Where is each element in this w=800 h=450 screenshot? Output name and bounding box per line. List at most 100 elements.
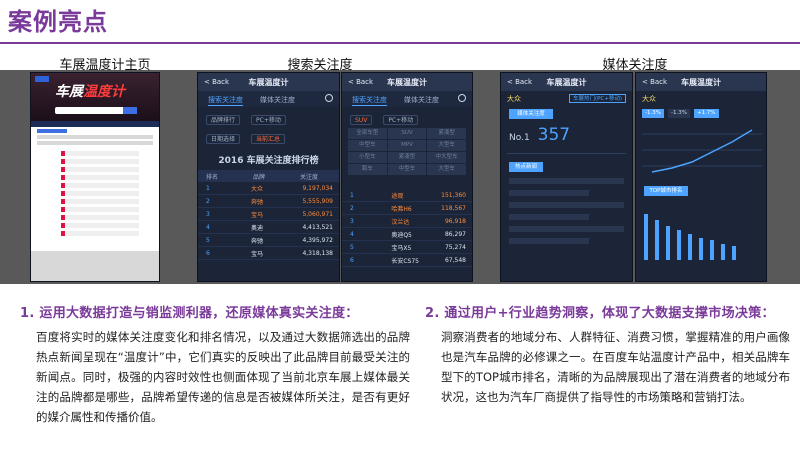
filter-select[interactable]: 品牌排行 xyxy=(206,115,241,125)
list-item xyxy=(61,231,139,236)
divider xyxy=(507,153,626,154)
highlight-1-body: 百度将实时的媒体关注度变化和排名情况，以及通过大数据筛选出的品牌热点新闻呈现在“… xyxy=(36,330,410,424)
screenshot-home: 车展温度计 xyxy=(30,72,160,282)
highlight-1: 1. 运用大数据打造与销监测利器，还原媒体真实关注度： 百度将实时的媒体关注度变… xyxy=(20,302,410,427)
screenshot-media-trends: < Back 车展温度计 大众 -1.3% -1.3% +1.7% TOP城市排… xyxy=(635,72,767,282)
news-item[interactable] xyxy=(509,190,589,196)
change-badge: -1.3% xyxy=(642,109,664,118)
list-item xyxy=(61,191,139,196)
model-option[interactable]: 紧凑型 xyxy=(387,152,427,163)
table-row[interactable]: 5 宝马X5 75,274 xyxy=(342,241,472,254)
tab-bar: 搜索关注度 媒体关注度 xyxy=(342,91,472,107)
home-nav-strip xyxy=(31,121,159,127)
app-title: 车展温度计 xyxy=(387,78,427,87)
change-badge: -1.3% xyxy=(667,109,690,118)
home-row xyxy=(37,135,153,139)
model-grid: 全部车型 SUV 紧凑型 中型车 MPV 大型车 小型车 紧凑型 中大型车 跑车… xyxy=(348,128,466,175)
app-header: < Back 车展温度计 xyxy=(342,73,472,91)
brand-name: 大众 xyxy=(642,95,656,103)
baidu-logo xyxy=(35,76,49,82)
list-item xyxy=(61,199,139,204)
tab-media-attention[interactable]: 媒体关注度 xyxy=(260,95,295,105)
model-option[interactable]: 大型车 xyxy=(427,164,466,175)
home-search-button[interactable] xyxy=(123,107,137,114)
platform-select[interactable]: PC+移动 xyxy=(251,115,286,125)
search-icon[interactable] xyxy=(458,94,466,102)
app-title: 车展温度计 xyxy=(681,78,721,87)
tab-search-attention[interactable]: 搜索关注度 xyxy=(208,95,243,106)
city-bar xyxy=(699,238,703,260)
news-item[interactable] xyxy=(509,214,589,220)
hero-title: 车展温度计 xyxy=(55,84,125,100)
tab-media-attention[interactable]: 媒体关注度 xyxy=(509,109,553,119)
list-item xyxy=(61,207,139,212)
home-row xyxy=(37,141,153,145)
table-row[interactable]: 4 奥迪 4,413,521 xyxy=(198,221,339,234)
table-row[interactable]: 2 奔驰 5,555,909 xyxy=(198,195,339,208)
list-item xyxy=(61,151,139,156)
title-divider xyxy=(0,42,800,44)
top-city-button[interactable]: TOP城市排名 xyxy=(644,186,688,196)
model-option[interactable]: MPV xyxy=(387,140,427,151)
model-option[interactable]: 大型车 xyxy=(427,140,466,151)
city-bar xyxy=(710,240,714,260)
home-row xyxy=(37,129,67,133)
ranking-title: 2016 车展关注度排行榜 xyxy=(218,156,319,166)
tab-search-attention[interactable]: 搜索关注度 xyxy=(352,95,387,106)
news-item[interactable] xyxy=(509,178,624,184)
change-badges: -1.3% -1.3% +1.7% xyxy=(642,109,760,118)
search-icon[interactable] xyxy=(325,94,333,102)
city-bar-chart xyxy=(644,200,758,260)
home-hero: 车展温度计 xyxy=(31,73,159,121)
city-bar xyxy=(688,234,692,260)
model-option[interactable]: SUV xyxy=(387,128,427,139)
model-option[interactable]: 小型车 xyxy=(348,152,387,163)
news-item[interactable] xyxy=(509,238,589,244)
date-select[interactable]: 当前汇总 xyxy=(251,134,286,144)
platform-pill[interactable]: 车展热门(PC+移动) xyxy=(568,94,626,103)
app-title: 车展温度计 xyxy=(248,78,289,87)
city-bar xyxy=(677,230,681,260)
app-title: 车展温度计 xyxy=(546,78,587,87)
news-item[interactable] xyxy=(509,202,624,208)
table-row[interactable]: 2 哈弗H6 118,567 xyxy=(342,202,472,215)
date-label: 日期选择 xyxy=(206,134,241,144)
model-option[interactable]: 紧凑型 xyxy=(427,128,466,139)
screenshot-search-ranking: < Back 车展温度计 搜索关注度 媒体关注度 品牌排行 PC+移动 日期选择当… xyxy=(197,72,340,282)
table-row[interactable]: 3 汉兰达 96,918 xyxy=(342,215,472,228)
model-select[interactable]: SUV xyxy=(350,115,373,125)
table-row[interactable]: 4 奥迪Q5 86,297 xyxy=(342,228,472,241)
model-option[interactable]: 全部车型 xyxy=(348,128,387,139)
model-option[interactable]: 中型车 xyxy=(348,140,387,151)
highlight-2-body: 洞察消费者的地域分布、人群特征、消费习惯，掌握精准的用户画像也是汽车品牌的必修课… xyxy=(441,330,790,404)
ranking-header: 排名 品牌 关注度 xyxy=(198,170,339,182)
list-item xyxy=(61,175,139,180)
app-header: < Back 车展温度计 xyxy=(636,73,766,91)
app-header: < Back 车展温度计 xyxy=(501,73,632,91)
highlight-2: 2. 通过用户+行业趋势洞察，体现了大数据支撑市场决策： 洞察消费者的地域分布、… xyxy=(425,302,790,407)
screenshot-search-models: < Back 车展温度计 搜索关注度 媒体关注度 SUV PC+移动 全部车型 S… xyxy=(341,72,473,282)
table-row[interactable]: 1 大众 9,197,034 xyxy=(198,182,339,195)
home-ranking-list xyxy=(61,151,139,236)
model-option[interactable]: 跑车 xyxy=(348,164,387,175)
city-bar xyxy=(721,244,725,260)
table-row[interactable]: 3 宝马 5,060,971 xyxy=(198,208,339,221)
tab-media-attention[interactable]: 媒体关注度 xyxy=(404,95,439,105)
hot-news-button[interactable]: 热点新闻 xyxy=(509,162,543,172)
model-option[interactable]: 中型车 xyxy=(387,164,427,175)
city-bar xyxy=(655,220,659,260)
app-header: < Back 车展温度计 xyxy=(198,73,339,91)
list-item xyxy=(61,167,139,172)
table-row[interactable]: 6 长安CS75 67,548 xyxy=(342,254,472,267)
table-row[interactable]: 6 宝马 4,318,138 xyxy=(198,247,339,260)
list-item xyxy=(61,159,139,164)
news-item[interactable] xyxy=(509,226,624,232)
table-row[interactable]: 1 途观 151,360 xyxy=(342,189,472,202)
list-item xyxy=(61,183,139,188)
model-option[interactable]: 中大型车 xyxy=(427,152,466,163)
city-bar xyxy=(644,214,648,260)
screenshot-media-brand: < Back 车展温度计 大众 车展热门(PC+移动) 媒体关注度 No.1 35… xyxy=(500,72,633,282)
tab-bar: 搜索关注度 媒体关注度 xyxy=(198,91,339,107)
table-row[interactable]: 5 奔驰 4,395,972 xyxy=(198,234,339,247)
platform-select[interactable]: PC+移动 xyxy=(383,115,419,125)
